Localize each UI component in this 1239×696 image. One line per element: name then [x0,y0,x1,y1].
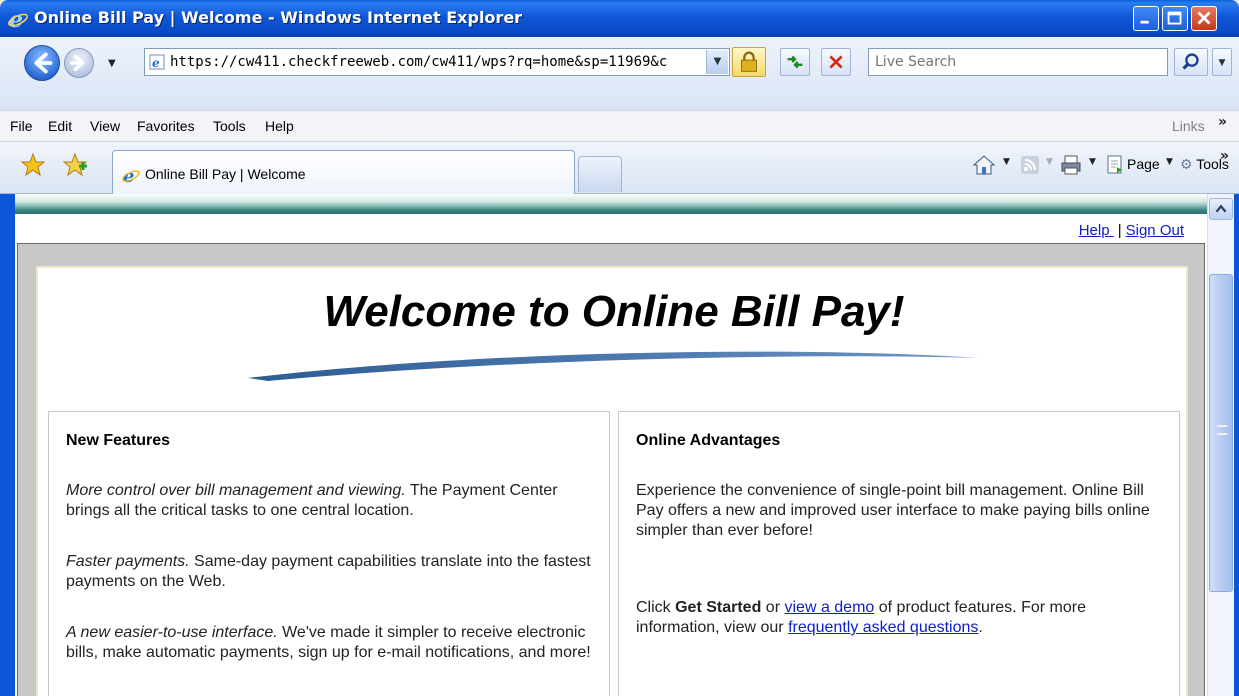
print-dropdown-icon[interactable]: ▼ [1089,157,1096,167]
address-toolbar: ▼ e https://cw411.checkfreeweb.com/cw411… [0,37,1239,110]
window-title: Online Bill Pay | Welcome - Windows Inte… [34,8,523,27]
search-field[interactable] [868,48,1168,76]
scroll-thumb[interactable] [1209,274,1233,592]
links-chevron-icon[interactable]: » [1218,114,1227,130]
faq-link[interactable]: frequently asked questions [788,619,978,636]
welcome-container: Welcome to Online Bill Pay! New Features… [36,266,1188,696]
feeds-button[interactable] [1018,153,1042,177]
minimize-button[interactable] [1133,6,1159,31]
rss-feed-icon [1021,156,1039,174]
advantages-intro: Experience the convenience of single-poi… [636,482,1150,539]
command-bar: e Online Bill Pay | Welcome ▼ ▼ ▼ Page ▼… [0,142,1239,194]
menu-bar: File Edit View Favorites Tools Help Link… [0,110,1239,142]
page-dropdown-icon[interactable]: ▼ [1166,157,1173,167]
search-icon [1182,53,1199,70]
online-advantages-heading: Online Advantages [636,432,781,449]
home-dropdown-icon[interactable]: ▼ [1003,157,1010,167]
print-button[interactable] [1059,153,1083,177]
lock-icon [741,51,757,72]
menu-view[interactable]: View [90,118,120,134]
vertical-scrollbar[interactable] [1207,194,1234,696]
forward-arrow-icon [69,54,85,72]
address-dropdown-icon[interactable]: ▼ [706,50,728,74]
maximize-button[interactable] [1162,6,1188,31]
sign-out-link[interactable]: Sign Out [1126,222,1184,239]
scroll-grip [1217,425,1227,435]
chevron-up-icon [1215,204,1227,213]
tools-gear-icon: ⚙ [1180,156,1193,172]
menu-edit[interactable]: Edit [48,118,72,134]
get-started-label: Get Started [675,599,762,616]
back-arrow-icon [34,52,53,74]
command-chevron-icon[interactable]: » [1220,148,1229,164]
close-icon [1197,11,1211,25]
new-tab-button[interactable] [578,156,622,192]
back-button[interactable] [24,45,60,81]
page-icon [1107,155,1122,174]
url-text[interactable]: https://cw411.checkfreeweb.com/cw411/wps… [170,54,698,70]
forward-button[interactable] [64,48,94,78]
header-band [15,194,1207,214]
feature-item: Faster payments. Same-day payment capabi… [66,553,591,590]
window-titlebar: e Online Bill Pay | Welcome - Windows In… [0,0,1239,37]
tab-label: Online Bill Pay | Welcome [145,166,306,182]
add-favorite-button[interactable] [62,152,88,178]
add-favorite-icon [62,152,88,177]
top-links: Help | Sign Out [1079,222,1184,239]
close-button[interactable] [1191,6,1217,31]
link-separator: | [1117,222,1122,239]
menu-file[interactable]: File [10,118,33,134]
scroll-up-button[interactable] [1209,198,1233,220]
view-demo-link[interactable]: view a demo [784,599,874,616]
menu-help[interactable]: Help [265,118,294,134]
address-bar[interactable]: e https://cw411.checkfreeweb.com/cw411/w… [144,48,730,76]
page-title: Welcome to Online Bill Pay! [323,287,905,336]
menu-tools[interactable]: Tools [213,118,246,134]
search-button[interactable] [1174,48,1208,76]
favorites-center-button[interactable] [20,152,46,178]
page-menu-icon [1103,153,1127,177]
security-lock-button[interactable] [732,47,766,77]
home-icon [972,155,996,175]
new-features-panel: New Features More control over bill mana… [48,411,610,696]
feeds-dropdown-icon[interactable]: ▼ [1046,157,1053,167]
get-started-text: Click Get Started or view a demo of prod… [636,599,1086,636]
svg-text:e: e [152,56,160,70]
swoosh-decoration [248,351,978,381]
new-features-heading: New Features [66,432,171,449]
home-button[interactable] [972,153,996,177]
stop-button[interactable] [821,48,851,76]
refresh-button[interactable] [780,48,810,76]
online-advantages-panel: Online Advantages Experience the conveni… [618,411,1180,696]
history-dropdown-icon[interactable]: ▼ [108,58,116,69]
print-icon [1061,155,1081,175]
ie-logo-icon: e [8,8,28,30]
feature-item: A new easier-to-use interface. We've mad… [66,624,591,661]
stop-icon [829,55,843,69]
favorites-star-icon [20,152,46,177]
window-border [1234,194,1239,696]
page-menu[interactable]: Page [1127,156,1160,172]
feature-item: More control over bill management and vi… [66,482,558,519]
refresh-icon [787,55,803,69]
search-input[interactable] [875,52,1160,72]
help-link[interactable]: Help [1079,222,1114,239]
content-frame: Welcome to Online Bill Pay! New Features… [17,243,1205,696]
tab-online-bill-pay[interactable]: e Online Bill Pay | Welcome [112,150,575,194]
page-ie-icon: e [149,54,165,70]
minimize-icon [1140,20,1149,24]
ie-page-icon: e [122,166,140,185]
maximize-icon [1167,11,1182,25]
content-viewport: Help | Sign Out Welcome to Online Bill Pa… [0,194,1239,696]
menu-favorites[interactable]: Favorites [137,118,195,134]
web-page: Help | Sign Out Welcome to Online Bill Pa… [15,194,1207,696]
links-toolbar[interactable]: Links [1172,118,1205,134]
search-options-dropdown-icon[interactable]: ▼ [1212,48,1232,76]
